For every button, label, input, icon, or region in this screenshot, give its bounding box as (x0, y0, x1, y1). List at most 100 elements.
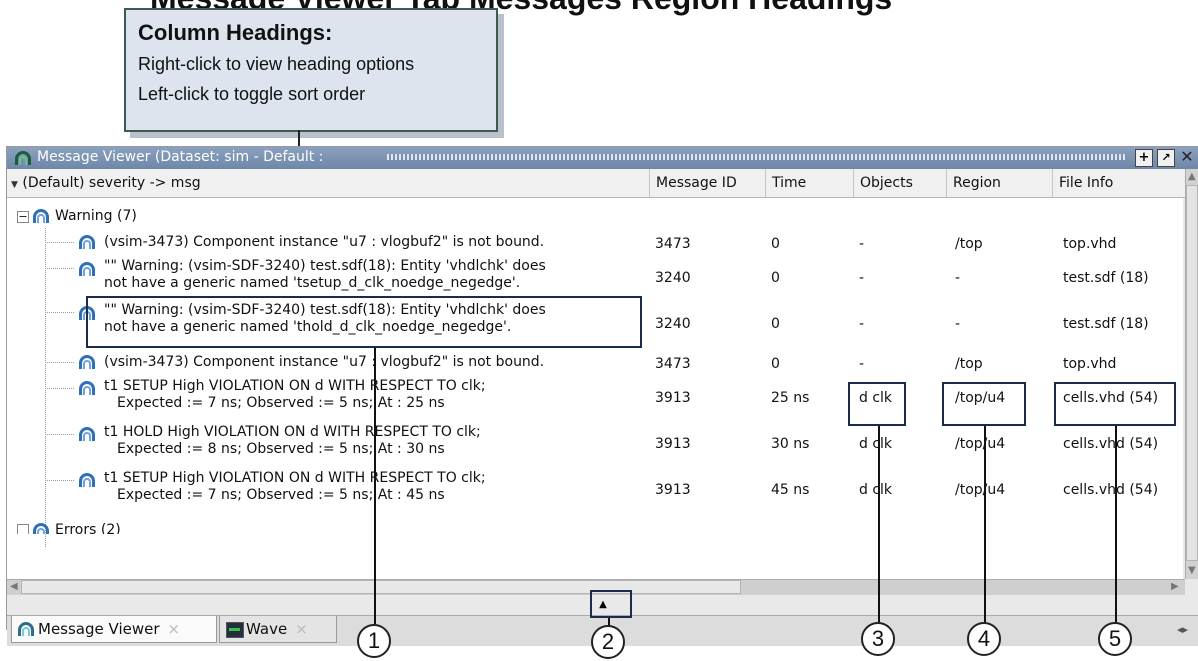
column-header-region[interactable]: Region (946, 169, 1052, 197)
close-window-button[interactable]: ✕ (1179, 149, 1195, 165)
expand-toggle-icon[interactable] (17, 524, 29, 534)
message-file-info[interactable]: cells.vhd (54) (1063, 482, 1158, 498)
message-viewer-icon (15, 151, 33, 165)
message-region: /top (955, 236, 983, 252)
table-row[interactable]: t1 HOLD High VIOLATION ON d WITH RESPECT… (7, 424, 1183, 462)
annotation-line-3 (878, 426, 880, 624)
scroll-left-arrow-icon[interactable]: ◀ (10, 581, 18, 592)
annotation-line-5 (1115, 426, 1117, 624)
tree-branch (45, 434, 75, 435)
message-file-info[interactable]: test.sdf (18) (1063, 270, 1149, 286)
table-row[interactable]: "" Warning: (vsim-SDF-3240) test.sdf(18)… (7, 258, 1183, 296)
collapse-toggle-icon[interactable]: − (17, 211, 29, 223)
warning-message-icon (79, 355, 97, 369)
tab-close-icon[interactable]: × (295, 620, 308, 638)
annotation-box-5 (1054, 382, 1176, 426)
message-time: 0 (771, 270, 780, 286)
warning-message-icon (79, 381, 97, 395)
horizontal-scroll-thumb[interactable] (21, 580, 741, 594)
group-row-errors-partial[interactable]: Errors (2) (7, 520, 1183, 534)
annotation-line-1 (374, 348, 376, 624)
warning-message-icon (79, 262, 97, 276)
add-pane-button[interactable]: + (1135, 149, 1153, 167)
message-region: /top/u4 (955, 482, 1006, 498)
message-objects: - (859, 356, 865, 372)
annotation-callout-2: 2 (591, 625, 625, 659)
annotation-box-2 (590, 590, 632, 618)
warning-group-icon (33, 209, 51, 223)
tab-label: Wave (246, 620, 288, 638)
message-id: 3240 (655, 316, 691, 332)
message-id: 3473 (655, 236, 691, 252)
callout-line-right-click: Right-click to view heading options (138, 54, 415, 74)
message-viewer-tab-icon (18, 622, 36, 636)
message-text-line2: Expected := 7 ns; Observed := 5 ns; At :… (117, 395, 445, 411)
column-header-label: (Default) severity -> msg (22, 175, 201, 191)
window-title: Message Viewer (Dataset: sim - Default : (37, 149, 324, 165)
message-time: 0 (771, 236, 780, 252)
message-text-line1: t1 SETUP High VIOLATION ON d WITH RESPEC… (104, 470, 486, 486)
message-file-info[interactable]: top.vhd (1063, 236, 1116, 252)
message-time: 25 ns (771, 390, 810, 406)
vertical-scroll-thumb[interactable] (1186, 185, 1198, 561)
message-text-line2: Expected := 7 ns; Observed := 5 ns; At :… (117, 487, 445, 503)
scroll-up-arrow-icon[interactable]: ▲ (1188, 171, 1196, 182)
warning-message-icon (79, 235, 97, 249)
message-time: 0 (771, 316, 780, 332)
column-headings-callout: Column Headings: Right-click to view hea… (124, 8, 498, 132)
scroll-right-arrow-icon[interactable]: ▶ (1171, 581, 1179, 592)
titlebar-drag-grip[interactable] (387, 154, 1127, 160)
group-row-warning[interactable]: − Warning (7) (7, 206, 1183, 228)
message-objects: - (859, 236, 865, 252)
message-objects: - (859, 270, 865, 286)
tab-scroll-arrows-icon[interactable]: ◂▸ (1177, 623, 1188, 636)
table-row[interactable]: t1 SETUP High VIOLATION ON d WITH RESPEC… (7, 470, 1183, 508)
message-text-line2: Expected := 8 ns; Observed := 5 ns; At :… (117, 441, 445, 457)
callout-title: Column Headings: (138, 20, 333, 45)
column-header-file-info[interactable]: File Info (1052, 169, 1185, 197)
tree-branch (45, 480, 75, 481)
message-objects: d clk (859, 436, 893, 452)
message-text-line1: "" Warning: (vsim-SDF-3240) test.sdf(18)… (104, 258, 546, 274)
message-text: (vsim-3473) Component instance "u7 : vlo… (104, 234, 545, 250)
column-header-severity-msg[interactable]: ▼ (Default) severity -> msg (7, 169, 649, 197)
window-titlebar[interactable]: Message Viewer (Dataset: sim - Default :… (7, 147, 1198, 169)
column-header-row: ▼ (Default) severity -> msg Message ID T… (7, 169, 1185, 198)
annotation-callout-5: 5 (1098, 622, 1132, 656)
message-text-line1: t1 SETUP High VIOLATION ON d WITH RESPEC… (104, 378, 486, 394)
tree-branch (45, 268, 75, 269)
group-label: Warning (7) (55, 208, 137, 224)
tree-branch (45, 312, 75, 313)
column-header-message-id[interactable]: Message ID (649, 169, 765, 197)
group-label: Errors (2) (55, 522, 121, 534)
annotation-box-3 (848, 382, 906, 426)
column-header-time[interactable]: Time (765, 169, 853, 197)
message-file-info[interactable]: cells.vhd (54) (1063, 436, 1158, 452)
sort-dropdown-icon[interactable]: ▼ (11, 180, 18, 190)
message-id: 3240 (655, 270, 691, 286)
annotation-box-4 (942, 382, 1026, 426)
table-row[interactable]: (vsim-3473) Component instance "u7 : vlo… (7, 232, 1183, 256)
message-file-info[interactable]: top.vhd (1063, 356, 1116, 372)
scroll-down-arrow-icon[interactable]: ▼ (1188, 565, 1196, 576)
tab-message-viewer[interactable]: Message Viewer × (11, 616, 217, 643)
warning-message-icon (79, 427, 97, 441)
message-file-info[interactable]: test.sdf (18) (1063, 316, 1149, 332)
message-objects: d clk (859, 482, 893, 498)
tree-branch (45, 242, 75, 243)
message-text-line1: t1 HOLD High VIOLATION ON d WITH RESPECT… (104, 424, 481, 440)
message-region: - (955, 270, 961, 286)
message-time: 30 ns (771, 436, 810, 452)
annotation-callout-3: 3 (861, 622, 895, 656)
message-region: - (955, 316, 961, 332)
message-objects: - (859, 316, 865, 332)
column-header-objects[interactable]: Objects (853, 169, 946, 197)
table-row[interactable]: (vsim-3473) Component instance "u7 : vlo… (7, 352, 1183, 376)
tab-wave[interactable]: Wave × (219, 616, 337, 643)
tree-branch (45, 362, 75, 363)
callout-line-left-click: Left-click to toggle sort order (138, 84, 366, 104)
tab-close-icon[interactable]: × (168, 620, 181, 638)
undock-button[interactable]: ↗ (1157, 149, 1175, 167)
warning-message-icon (79, 473, 97, 487)
annotation-callout-1: 1 (357, 624, 391, 658)
